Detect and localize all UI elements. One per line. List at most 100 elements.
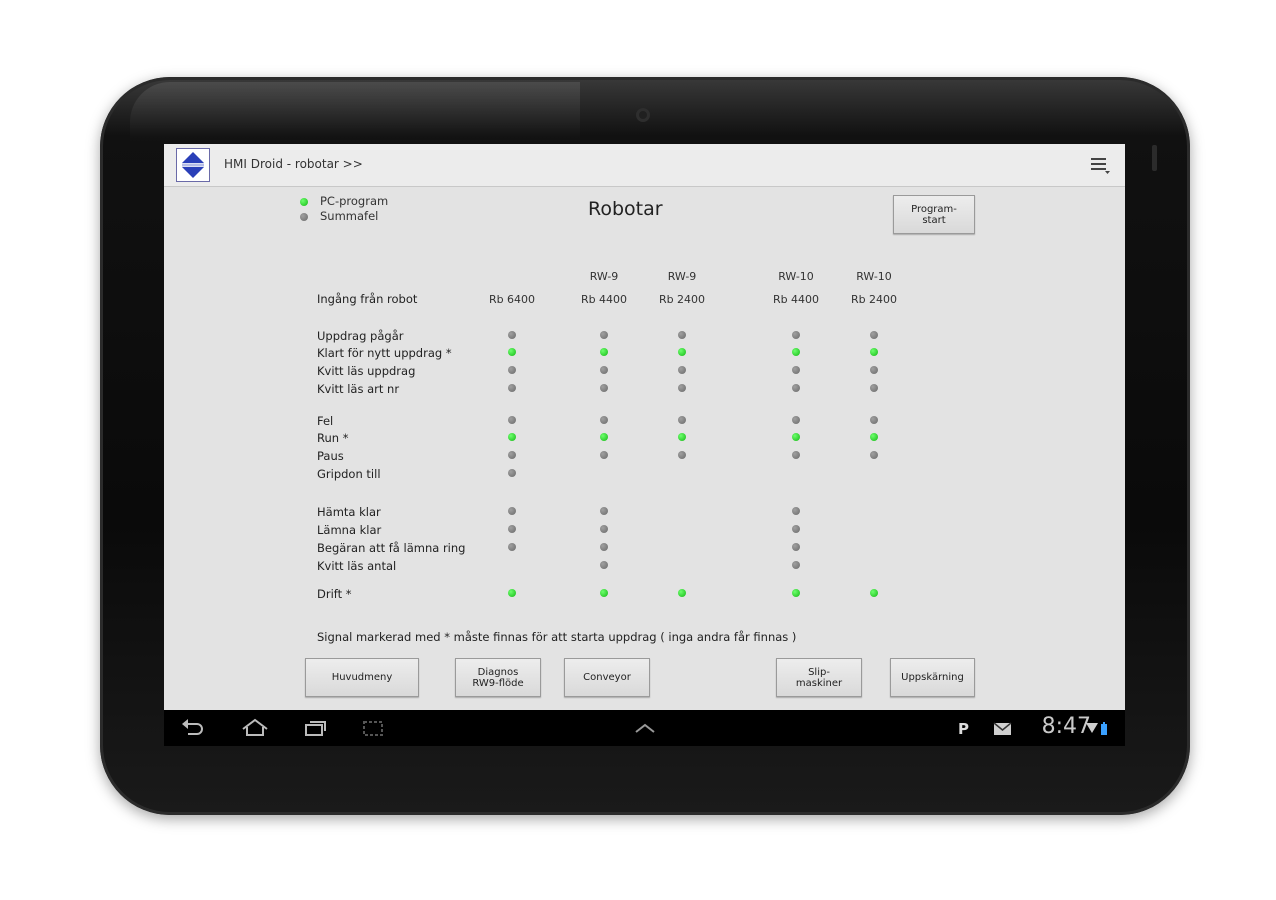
- signal-indicator-green: [600, 433, 608, 441]
- legend-label: Summafel: [320, 209, 379, 223]
- row-label: Kvitt läs uppdrag: [317, 364, 416, 378]
- app-title[interactable]: HMI Droid - robotar >>: [224, 157, 363, 171]
- signal-indicator-grey: [792, 543, 800, 551]
- signal-indicator-grey: [678, 331, 686, 339]
- signal-indicator-green: [792, 348, 800, 356]
- row-label: Lämna klar: [317, 523, 382, 537]
- signal-indicator-grey: [508, 451, 516, 459]
- signal-indicator-green: [792, 433, 800, 441]
- row-label: Begäran att få lämna ring: [317, 541, 466, 555]
- column-header: Rb 4400: [772, 293, 820, 306]
- row-label: Gripdon till: [317, 467, 381, 481]
- signal-indicator-grey: [870, 384, 878, 392]
- signal-indicator-grey: [508, 525, 516, 533]
- signal-indicator-green: [600, 348, 608, 356]
- footnote: Signal markerad med * måste finnas för a…: [317, 630, 797, 644]
- diagnos-button[interactable]: Diagnos RW9-flöde: [455, 658, 541, 697]
- signal-indicator-grey: [678, 416, 686, 424]
- mail-icon: [992, 716, 1014, 740]
- conveyor-button[interactable]: Conveyor: [564, 658, 650, 697]
- page-title: Robotar: [588, 198, 663, 220]
- row-label: Run *: [317, 431, 349, 445]
- signal-indicator-green: [508, 433, 516, 441]
- table-header-label: Ingång från robot: [317, 292, 418, 306]
- signal-indicator-grey: [600, 561, 608, 569]
- row-label: Kvitt läs antal: [317, 559, 397, 573]
- main-content: PC-program Summafel Robotar Program- sta…: [164, 186, 1125, 710]
- signal-indicator-grey: [870, 416, 878, 424]
- signal-indicator-grey: [792, 416, 800, 424]
- signal-indicator-grey: [792, 331, 800, 339]
- signal-indicator-grey: [600, 451, 608, 459]
- signal-indicator-green: [870, 589, 878, 597]
- signal-indicator-grey: [678, 384, 686, 392]
- column-group-header: RW-10: [778, 270, 814, 283]
- row-label: Drift *: [317, 587, 352, 601]
- signal-indicator-green: [678, 433, 686, 441]
- back-icon[interactable]: [180, 716, 206, 740]
- signal-indicator-grey: [508, 384, 516, 392]
- signal-indicator-grey: [600, 384, 608, 392]
- legend-label: PC-program: [320, 194, 389, 208]
- signal-indicator-grey: [508, 416, 516, 424]
- column-group-header: RW-9: [667, 270, 697, 283]
- column-header: Rb 2400: [658, 293, 706, 306]
- legend: PC-program Summafel: [300, 194, 388, 224]
- signal-indicator-grey: [508, 366, 516, 374]
- side-button: [1152, 145, 1157, 171]
- status-indicator-icon: [300, 212, 308, 221]
- signal-indicator-grey: [508, 331, 516, 339]
- wifi-battery-icon: [1084, 716, 1114, 740]
- signal-indicator-grey: [792, 525, 800, 533]
- signal-indicator-grey: [678, 366, 686, 374]
- signal-indicator-green: [870, 433, 878, 441]
- signal-indicator-grey: [600, 416, 608, 424]
- row-label: Uppdrag pågår: [317, 329, 404, 343]
- column-group-header: RW-9: [589, 270, 619, 283]
- signal-indicator-grey: [600, 331, 608, 339]
- signal-indicator-grey: [792, 561, 800, 569]
- row-label: Hämta klar: [317, 505, 381, 519]
- screenshot-icon[interactable]: [360, 716, 386, 740]
- row-label: Paus: [317, 449, 344, 463]
- overflow-menu-icon[interactable]: [1089, 155, 1111, 175]
- signal-indicator-green: [870, 348, 878, 356]
- signal-indicator-grey: [792, 366, 800, 374]
- front-camera: [636, 108, 650, 122]
- signal-indicator-green: [600, 589, 608, 597]
- screen: HMI Droid - robotar >> PC-program Summaf…: [164, 144, 1125, 746]
- recent-apps-icon[interactable]: [302, 716, 328, 740]
- row-label: Klart för nytt uppdrag *: [317, 346, 452, 360]
- chevron-up-icon[interactable]: [632, 716, 658, 740]
- uppskarning-button[interactable]: Uppskärning: [890, 658, 975, 697]
- signal-indicator-grey: [508, 543, 516, 551]
- signal-indicator-grey: [600, 543, 608, 551]
- signal-indicator-grey: [792, 507, 800, 515]
- app-logo-icon[interactable]: [176, 148, 210, 182]
- signal-indicator-grey: [870, 366, 878, 374]
- slipmaskiner-button[interactable]: Slip- maskiner: [776, 658, 862, 697]
- huvudmeny-button[interactable]: Huvudmeny: [305, 658, 419, 697]
- signal-indicator-grey: [870, 451, 878, 459]
- signal-indicator-grey: [600, 525, 608, 533]
- row-label: Fel: [317, 414, 334, 428]
- signal-indicator-grey: [792, 451, 800, 459]
- programstart-button[interactable]: Program- start: [893, 195, 975, 234]
- home-icon[interactable]: [240, 716, 268, 740]
- column-header: Rb 2400: [850, 293, 898, 306]
- column-header: Rb 6400: [488, 293, 536, 306]
- status-indicator-icon: [300, 197, 308, 206]
- signal-indicator-grey: [508, 507, 516, 515]
- parking-icon: P: [956, 716, 972, 740]
- system-nav-bar: P 8:47: [164, 710, 1125, 746]
- signal-indicator-green: [792, 589, 800, 597]
- column-header: Rb 4400: [580, 293, 628, 306]
- legend-item-summafel: Summafel: [300, 209, 388, 224]
- action-bar: HMI Droid - robotar >>: [164, 144, 1125, 187]
- bezel-glare: [130, 82, 580, 142]
- row-label: Kvitt läs art nr: [317, 382, 400, 396]
- signal-indicator-grey: [508, 469, 516, 477]
- signal-indicator-green: [678, 348, 686, 356]
- signal-indicator-green: [508, 589, 516, 597]
- column-group-header: RW-10: [856, 270, 892, 283]
